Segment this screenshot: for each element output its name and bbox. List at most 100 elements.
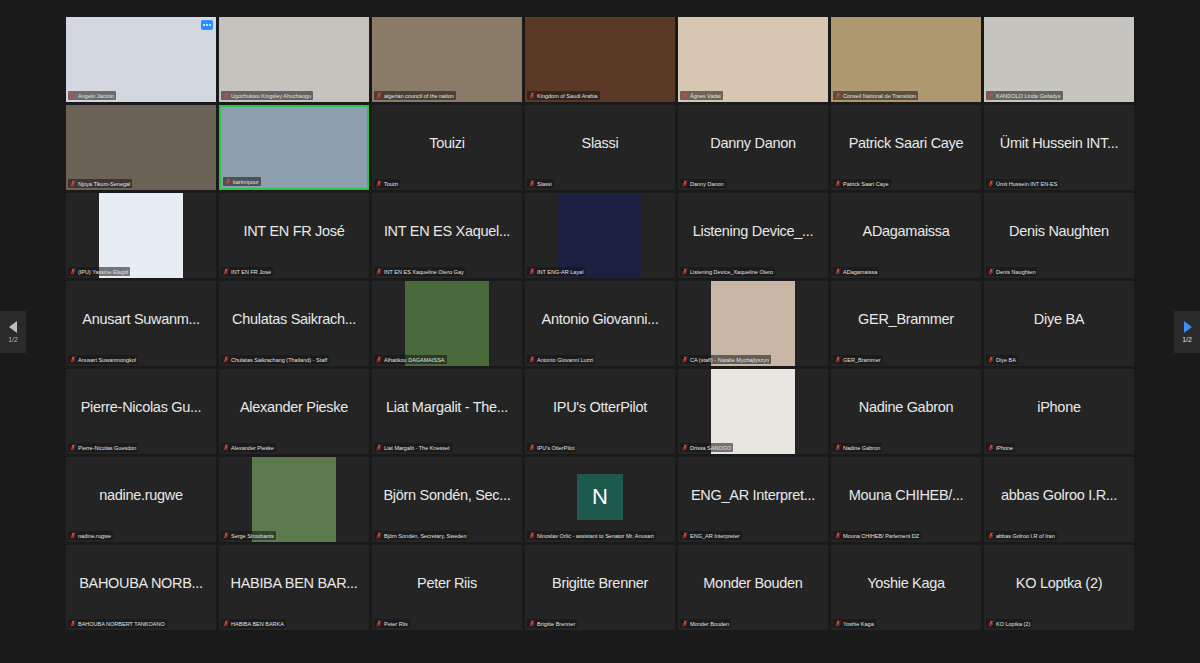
name-label: CA (staff) - Natalie Mychajlyszyn: [680, 355, 771, 364]
name-label: Björn Sondén, Secretary, Sweden: [374, 531, 468, 540]
name-label: abbas Golroo I.R of Iran: [986, 531, 1057, 540]
participant-tile[interactable]: INT EN FR JoséINT EN FR José: [219, 193, 369, 278]
muted-mic-icon: [529, 444, 535, 451]
label-text: Patrick Saari Caye: [843, 181, 889, 187]
label-text: Mouna CHIHEB/ Parlement DZ: [843, 533, 919, 539]
participant-tile[interactable]: Conseil National de Transition: [831, 17, 981, 102]
participant-name: Danny Danon: [706, 135, 799, 161]
participant-tile[interactable]: karimipour: [219, 105, 369, 190]
participant-tile[interactable]: INT EN ES Xaquel...INT EN ES Xaqueline O…: [372, 193, 522, 278]
participant-tile[interactable]: Brigitte BrennerBrigitte Brenner: [525, 545, 675, 630]
label-text: (IPU) Yassine Elagdi: [78, 269, 128, 275]
muted-mic-icon: [529, 268, 535, 275]
more-button[interactable]: [201, 20, 213, 30]
participant-tile[interactable]: Anusart Suwanm...Anusart Suwanmongkol: [66, 281, 216, 366]
participant-tile[interactable]: Angelo Jacinto: [66, 17, 216, 102]
participant-tile[interactable]: Björn Sondén, Sec...Björn Sondén, Secret…: [372, 457, 522, 542]
participant-tile[interactable]: Diye BA Diye BA: [984, 281, 1134, 366]
participant-tile[interactable]: NNinoslav Orlić - assistant to Senator M…: [525, 457, 675, 542]
participant-tile[interactable]: Antonio Giovanni...Antonio Giovanni Luzz…: [525, 281, 675, 366]
name-label: Alexander Pieske: [221, 443, 276, 452]
name-label: Antonio Giovanni Luzzi: [527, 355, 595, 364]
participant-tile[interactable]: Denis NaughtenDenis Naughten: [984, 193, 1134, 278]
name-label: ENG_AR Interpreter: [680, 531, 742, 540]
muted-mic-icon: [223, 268, 229, 275]
label-text: Ümit Hussein INT EN-ES: [996, 181, 1057, 187]
label-text: Njoya Tikum-Senegal: [78, 181, 130, 187]
participant-tile[interactable]: Serge Stroobants: [219, 457, 369, 542]
muted-mic-icon: [376, 620, 382, 627]
name-label: Peter Riis: [374, 619, 410, 628]
label-text: Brigitte Brenner: [537, 621, 575, 627]
profile-picture: [252, 457, 336, 542]
participant-tile[interactable]: Drissa SANOGO: [678, 369, 828, 454]
participant-tile[interactable]: Chulatas Saikrach...Chulatas Saikrachang…: [219, 281, 369, 366]
label-text: Ágnes Vadai: [690, 93, 721, 99]
video-grid-area: Angelo JacintoUgochukwu Kingsley Ahuchao…: [26, 0, 1174, 663]
participant-tile[interactable]: iPhoneiPhone: [984, 369, 1134, 454]
participant-tile[interactable]: Ümit Hussein INT...Ümit Hussein INT EN-E…: [984, 105, 1134, 190]
gallery-view: 1/2Angelo JacintoUgochukwu Kingsley Ahuc…: [0, 0, 1200, 663]
participant-tile[interactable]: Alexander PieskeAlexander Pieske: [219, 369, 369, 454]
participant-tile[interactable]: Patrick Saari Caye Patrick Saari Caye: [831, 105, 981, 190]
participant-name: Diye BA: [1030, 311, 1088, 337]
next-page-button[interactable]: 1/2: [1174, 311, 1200, 353]
participant-tile[interactable]: SlassiSlassi: [525, 105, 675, 190]
name-label: karimipour: [223, 177, 261, 186]
participant-tile[interactable]: KO Loptka (2)KO Loptka (2): [984, 545, 1134, 630]
participant-tile[interactable]: CA (staff) - Natalie Mychajlyszyn: [678, 281, 828, 366]
participant-tile[interactable]: Monder BoudenMonder Bouden: [678, 545, 828, 630]
participant-tile[interactable]: algerian council of the nation: [372, 17, 522, 102]
label-text: Conseil National de Transition: [843, 93, 916, 99]
label-text: Diye BA: [996, 357, 1016, 363]
muted-mic-icon: [682, 532, 688, 539]
muted-mic-icon: [682, 180, 688, 187]
participant-tile[interactable]: Alhatikou DAGAMAISSA: [372, 281, 522, 366]
participant-tile[interactable]: TouiziTouizi: [372, 105, 522, 190]
label-text: Pierre-Nicolas Guesdon: [78, 445, 136, 451]
participant-tile[interactable]: INT ENG-AR Layal: [525, 193, 675, 278]
name-label: Ágnes Vadai: [680, 91, 723, 100]
participant-tile[interactable]: Pierre-Nicolas Gu...Pierre-Nicolas Guesd…: [66, 369, 216, 454]
participant-tile[interactable]: Ugochukwu Kingsley Ahuchaogu: [219, 17, 369, 102]
participant-tile[interactable]: ADagamaissaADagamaissa: [831, 193, 981, 278]
participant-tile[interactable]: IPU's OtterPilotIPU's OtterPilot: [525, 369, 675, 454]
participant-tile[interactable]: Nadine GabronNadine Gabron: [831, 369, 981, 454]
muted-mic-icon: [529, 356, 535, 363]
muted-mic-icon: [835, 356, 841, 363]
name-label: Listening Device_Xaqueline Otero: [680, 267, 775, 276]
participant-tile[interactable]: BAHOUBA NORB...BAHOUBA NORBERT TANKOANO: [66, 545, 216, 630]
muted-mic-icon: [835, 268, 841, 275]
name-label: Pierre-Nicolas Guesdon: [68, 443, 138, 452]
name-label: Chulatas Saikrachang (Thailand) - Staff: [221, 355, 329, 364]
participant-name: Patrick Saari Caye: [845, 135, 968, 161]
profile-picture: [711, 369, 795, 454]
muted-mic-icon: [376, 532, 382, 539]
participant-tile[interactable]: Peter RiisPeter Riis: [372, 545, 522, 630]
participant-tile[interactable]: nadine.rugwenadine.rugwe: [66, 457, 216, 542]
muted-mic-icon: [70, 532, 76, 539]
muted-mic-icon: [376, 356, 382, 363]
label-text: Serge Stroobants: [231, 533, 274, 539]
participant-tile[interactable]: (IPU) Yassine Elagdi: [66, 193, 216, 278]
participant-tile[interactable]: ENG_AR Interpret...ENG_AR Interpreter: [678, 457, 828, 542]
participant-tile[interactable]: Listening Device_...Listening Device_Xaq…: [678, 193, 828, 278]
participant-tile[interactable]: Kingdom of Saudi Arabia: [525, 17, 675, 102]
name-label: Ümit Hussein INT EN-ES: [986, 179, 1059, 188]
muted-mic-icon: [835, 180, 841, 187]
label-text: Nadine Gabron: [843, 445, 880, 451]
participant-tile[interactable]: Danny DanonDanny Danon: [678, 105, 828, 190]
participant-tile[interactable]: Yoshie KagaYoshie Kaga: [831, 545, 981, 630]
participant-tile[interactable]: GER_BrammerGER_Brammer: [831, 281, 981, 366]
name-label: Touizi: [374, 179, 400, 188]
name-label: Yoshie Kaga: [833, 619, 876, 628]
participant-tile[interactable]: abbas Golroo I.R...abbas Golroo I.R of I…: [984, 457, 1134, 542]
participant-tile[interactable]: Ágnes Vadai: [678, 17, 828, 102]
participant-tile[interactable]: Mouna CHIHEB/...Mouna CHIHEB/ Parlement …: [831, 457, 981, 542]
participant-tile[interactable]: KANDOLO Linda Gwladys: [984, 17, 1134, 102]
participant-tile[interactable]: HABIBA BEN BAR...HABIBA BEN BARKA: [219, 545, 369, 630]
participant-tile[interactable]: Liat Margalit - The...Liat Margalit - Th…: [372, 369, 522, 454]
participant-name: ADagamaissa: [859, 223, 954, 249]
previous-page-button[interactable]: 1/2: [0, 311, 26, 353]
participant-tile[interactable]: Njoya Tikum-Senegal: [66, 105, 216, 190]
